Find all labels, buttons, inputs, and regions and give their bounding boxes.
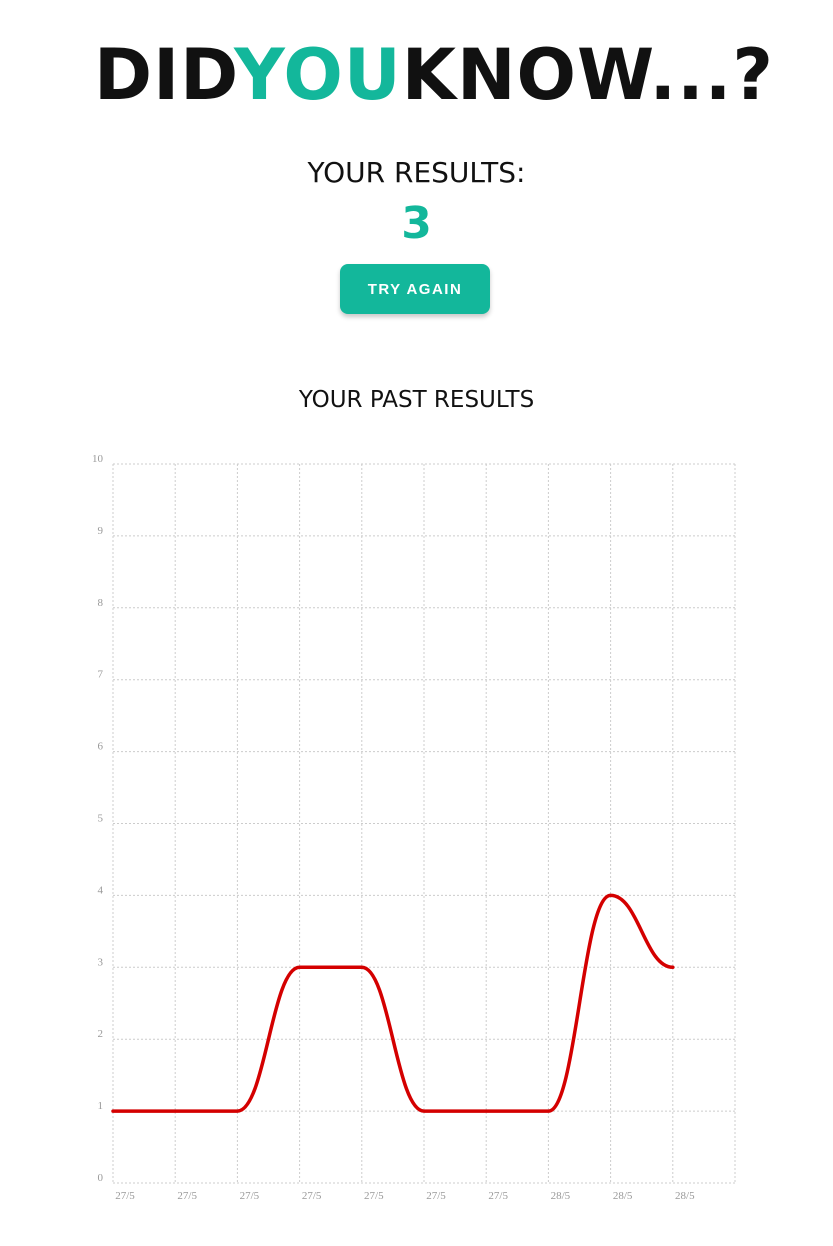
x-tick-label: 27/5 xyxy=(115,1190,135,1202)
y-tick-label: 3 xyxy=(98,956,104,968)
y-tick-label: 0 xyxy=(98,1172,104,1184)
y-tick-label: 5 xyxy=(98,813,104,825)
x-tick-label: 27/5 xyxy=(364,1190,384,1202)
x-tick-label: 28/5 xyxy=(551,1190,571,1202)
x-tick-label: 27/5 xyxy=(177,1190,197,1202)
logo-text-did: DID xyxy=(94,34,235,116)
try-again-button[interactable]: TRY AGAIN xyxy=(340,264,490,314)
x-tick-label: 27/5 xyxy=(240,1190,260,1202)
logo-wordmark: DIDYOUKNOW...? xyxy=(94,40,774,110)
y-tick-label: 10 xyxy=(92,453,104,465)
x-tick-label: 27/5 xyxy=(488,1190,508,1202)
results-heading: YOUR RESULTS: xyxy=(307,156,526,189)
x-tick-label: 27/5 xyxy=(302,1190,322,1202)
logo-text-know: KNOW...? xyxy=(401,34,774,116)
score-value: 3 xyxy=(401,198,432,249)
x-tick-label: 27/5 xyxy=(426,1190,446,1202)
logo-text-you: YOU xyxy=(234,34,402,116)
y-tick-label: 1 xyxy=(98,1100,104,1112)
y-tick-label: 9 xyxy=(98,525,104,537)
app-logo: DIDYOUKNOW...? xyxy=(90,30,773,120)
y-tick-label: 7 xyxy=(98,669,104,681)
series-line xyxy=(111,893,675,1113)
y-tick-label: 2 xyxy=(98,1028,104,1040)
y-tick-label: 4 xyxy=(98,884,104,896)
past-results-heading: YOUR PAST RESULTS xyxy=(298,387,535,413)
past-results-chart: 0 1 2 3 4 5 6 7 8 9 10 27/5 27/5 27/5 27/5 27/5 27/5 27/5… xyxy=(92,453,736,1202)
x-tick-label: 28/5 xyxy=(613,1190,633,1202)
y-tick-label: 6 xyxy=(98,741,104,753)
x-tick-label: 28/5 xyxy=(675,1190,695,1202)
y-tick-label: 8 xyxy=(98,597,104,609)
